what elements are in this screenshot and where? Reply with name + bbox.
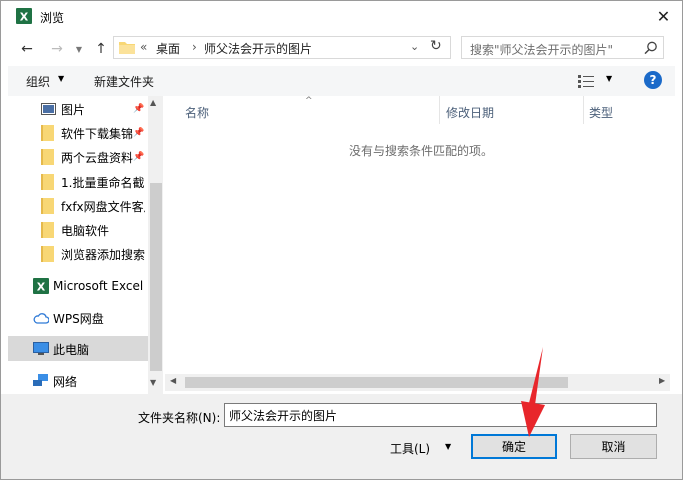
- scroll-up-icon[interactable]: ▲: [150, 98, 156, 107]
- nav-item-label: 浏览器添加搜索引擎: [61, 247, 145, 262]
- arrow-up-icon: ↑: [95, 41, 107, 57]
- cancel-button[interactable]: 取消: [570, 434, 657, 459]
- nav-item-folder[interactable]: fxfx网盘文件客户端: [8, 195, 148, 217]
- annotation-arrow-icon: [521, 347, 545, 437]
- tools-button[interactable]: 工具(L): [390, 440, 430, 457]
- pictures-icon: [41, 103, 56, 115]
- svg-text:X: X: [20, 11, 29, 24]
- close-button[interactable]: ✕: [644, 0, 683, 32]
- title-bar: [0, 0, 683, 32]
- computer-icon: [33, 342, 49, 355]
- nav-item-microsoft-excel[interactable]: X Microsoft Excel: [0, 275, 150, 297]
- folder-icon: [41, 222, 54, 238]
- pin-icon: 📌: [133, 152, 145, 162]
- up-button[interactable]: ↑: [90, 38, 112, 60]
- scroll-down-icon[interactable]: ▼: [150, 378, 156, 387]
- help-icon[interactable]: ?: [644, 71, 662, 89]
- nav-item-pictures[interactable]: 图片 📌: [8, 98, 148, 120]
- nav-scrollbar-thumb[interactable]: [150, 183, 162, 371]
- nav-item-network[interactable]: 网络: [0, 370, 140, 392]
- nav-item-label: fxfx网盘文件客户端: [61, 199, 145, 214]
- address-dropdown-icon[interactable]: ⌄: [410, 40, 419, 53]
- search-placeholder: 搜索"师父法会开示的图片": [470, 43, 614, 57]
- column-header-type[interactable]: 类型: [589, 104, 613, 121]
- caret-down-icon: ▼: [58, 74, 65, 83]
- column-header-date[interactable]: 修改日期: [446, 104, 494, 121]
- folder-icon: [41, 246, 54, 262]
- column-divider[interactable]: [439, 96, 440, 124]
- breadcrumb-separator[interactable]: ›: [192, 40, 197, 54]
- search-box[interactable]: 搜索"师父法会开示的图片": [461, 36, 664, 59]
- pin-icon: 📌: [133, 104, 145, 114]
- folder-icon: [41, 125, 54, 141]
- chevron-down-icon: ▼: [75, 44, 83, 54]
- folder-name-label: 文件夹名称(N):: [138, 411, 221, 425]
- excel-app-icon: X: [16, 8, 32, 24]
- forward-button[interactable]: →: [46, 38, 68, 60]
- command-bar: 组织 ▼ 新建文件夹 ▼ ?: [8, 66, 675, 96]
- nav-item-label: Microsoft Excel: [53, 279, 144, 293]
- refresh-icon[interactable]: ↻: [430, 38, 442, 54]
- nav-item-this-pc[interactable]: 此电脑: [0, 338, 140, 360]
- close-icon: ✕: [656, 6, 671, 26]
- organize-button[interactable]: 组织: [26, 73, 50, 90]
- pin-icon: 📌: [133, 128, 145, 138]
- nav-item-folder[interactable]: 1.批量重命名截图: [8, 171, 148, 193]
- nav-item-label: 网络: [53, 374, 78, 389]
- column-header-row: ^ 名称 修改日期 类型: [165, 96, 670, 124]
- nav-item-folder[interactable]: 电脑软件: [8, 219, 148, 241]
- nav-item-folder[interactable]: 软件下载集锦 📌: [8, 122, 148, 144]
- column-header-name[interactable]: 名称: [185, 104, 209, 121]
- arrow-right-icon: →: [51, 41, 63, 57]
- arrow-left-icon: ←: [21, 41, 33, 57]
- nav-item-folder[interactable]: 浏览器添加搜索引擎: [8, 243, 148, 265]
- address-bar[interactable]: « 桌面 › 师父法会开示的图片 ⌄ ↻: [113, 36, 451, 59]
- caret-down-icon[interactable]: ▼: [445, 442, 451, 451]
- sort-ascending-icon: ^: [305, 96, 313, 106]
- folder-icon: [119, 42, 135, 54]
- empty-results-message: 没有与搜索条件匹配的项。: [349, 144, 494, 158]
- folder-icon: [41, 174, 54, 190]
- scroll-right-icon[interactable]: ▶: [659, 376, 665, 385]
- network-icon: [33, 374, 48, 386]
- excel-icon: X: [33, 278, 49, 294]
- address-overflow[interactable]: «: [140, 40, 147, 54]
- view-options-icon[interactable]: [578, 74, 594, 88]
- folder-name-input[interactable]: [224, 403, 657, 427]
- recent-locations-button[interactable]: ▼: [68, 38, 90, 60]
- caret-down-icon[interactable]: ▼: [606, 74, 612, 83]
- svg-text:X: X: [37, 281, 46, 294]
- nav-item-label: 1.批量重命名截图: [61, 175, 145, 190]
- new-folder-button[interactable]: 新建文件夹: [94, 73, 154, 90]
- nav-item-label: 电脑软件: [61, 223, 110, 238]
- nav-item-label: 此电脑: [53, 342, 90, 357]
- scroll-left-icon[interactable]: ◀: [170, 376, 176, 385]
- breadcrumb-current-folder[interactable]: 师父法会开示的图片: [204, 40, 312, 57]
- folder-icon: [41, 198, 54, 214]
- column-divider[interactable]: [583, 96, 584, 124]
- back-button[interactable]: ←: [16, 38, 38, 60]
- nav-item-wps-cloud[interactable]: WPS网盘: [0, 307, 140, 329]
- folder-icon: [41, 149, 54, 165]
- nav-item-label: WPS网盘: [53, 311, 104, 326]
- cloud-icon: [33, 313, 49, 324]
- breadcrumb-desktop[interactable]: 桌面: [156, 40, 180, 57]
- nav-item-folder[interactable]: 两个云盘资料 📌: [8, 146, 148, 168]
- search-icon[interactable]: [644, 41, 658, 55]
- window-title: 浏览: [40, 11, 65, 25]
